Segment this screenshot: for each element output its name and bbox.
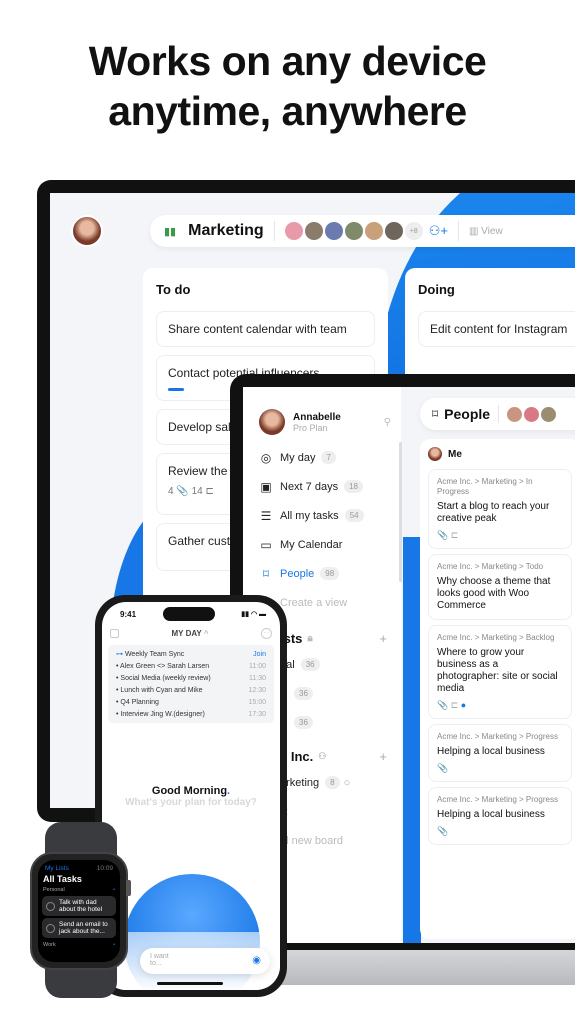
- home-indicator: [157, 982, 223, 985]
- avatar: [259, 409, 285, 435]
- sidebar-item-my-day[interactable]: ◎ My day 7: [243, 443, 401, 472]
- more-icon[interactable]: ···: [261, 628, 272, 639]
- pin-icon[interactable]: ⚲: [384, 417, 391, 428]
- member-avatar[interactable]: [324, 222, 343, 240]
- watch-task[interactable]: Send an email to jack about the...: [42, 918, 116, 938]
- phone-screen: 9:41 ▮▮ ◠ ▬ MY DAY ^ ··· ⊶ Weekly Team S…: [102, 602, 280, 990]
- member-avatar[interactable]: [524, 406, 540, 422]
- task-card[interactable]: Acme Inc. > Marketing > Progress Helping …: [428, 787, 572, 845]
- progress-bar: [168, 388, 184, 391]
- event-item[interactable]: • Alex Green <> Sarah Larsen 11:00: [108, 660, 274, 672]
- avatar[interactable]: [71, 215, 103, 247]
- event-item[interactable]: • Interview Jing W.(designer) 17:30: [108, 708, 274, 720]
- member-avatar[interactable]: [284, 222, 303, 240]
- divider: [498, 405, 500, 423]
- calendar-icon: ▭: [260, 537, 272, 552]
- sidebar-item-my-calendar[interactable]: ▭ My Calendar: [243, 530, 401, 559]
- dynamic-island: [162, 607, 215, 621]
- task-card[interactable]: Acme Inc. > Marketing > Progress Helping …: [428, 724, 572, 782]
- calendar-7-icon: ▣: [260, 479, 272, 494]
- member-avatar[interactable]: [364, 222, 383, 240]
- paperclip-icon: 📎: [437, 826, 449, 836]
- team-icon: ⚇: [318, 751, 327, 761]
- event-item[interactable]: • Q4 Planning 15:00: [108, 696, 274, 708]
- task-path: Acme Inc. > Marketing > Todo: [437, 562, 544, 571]
- add-list-icon[interactable]: +: [379, 631, 387, 646]
- view-header: ⌑ People: [420, 398, 575, 430]
- subtask-icon: ⊏: [205, 486, 214, 497]
- lock-icon: 🔒︎: [307, 633, 313, 644]
- paperclip-icon: 📎: [437, 763, 449, 773]
- laptop-screen: Annabelle Pro Plan ⚲ ◎ My day 7 ▣ Next 7 day…: [243, 387, 575, 943]
- meeting-icon: ⊶: [116, 651, 125, 658]
- task-path: Acme Inc. > Marketing > Backlog: [437, 633, 555, 642]
- circle-checkbox-icon[interactable]: [46, 923, 55, 933]
- columns-icon: ▥: [468, 225, 482, 237]
- member-avatar[interactable]: [507, 406, 523, 422]
- board-header: ▮▮ Marketing +8 ⚇+ ▥ View: [150, 215, 575, 247]
- watch-title: All Tasks: [43, 874, 82, 884]
- watch-crown[interactable]: [126, 880, 131, 896]
- join-button[interactable]: Join: [253, 651, 266, 658]
- subtask-icon: ⊏: [450, 530, 459, 540]
- sidebar-scrollbar[interactable]: [399, 442, 402, 582]
- bookmark-icon: ⌑: [432, 407, 439, 421]
- paperclip-icon: 📎: [437, 700, 449, 710]
- watch-task[interactable]: Talk with dad about the hotel: [42, 896, 116, 916]
- event-item[interactable]: • Lunch with Cyan and Mike 12:30: [108, 684, 274, 696]
- divider: [457, 221, 459, 241]
- circle-checkbox-icon[interactable]: [46, 901, 55, 911]
- lightbulb-icon[interactable]: ◉: [252, 955, 261, 966]
- comment-icon: ○: [343, 776, 351, 789]
- task-card[interactable]: Acme Inc. > Marketing > Todo Why choose a…: [428, 554, 572, 620]
- paperclip-icon: 📎: [437, 530, 449, 540]
- signal-wifi-battery-icon: ▮▮ ◠ ▬: [241, 611, 266, 618]
- board-title: Marketing: [188, 222, 264, 239]
- view-button[interactable]: ▥ View: [469, 226, 503, 237]
- task-path: Acme Inc. > Marketing > Progress: [437, 795, 558, 804]
- decorative-stripe: [403, 537, 421, 943]
- sidebar-item-people[interactable]: ⌑ People 98: [243, 559, 401, 588]
- comment-icon: ●: [460, 700, 467, 710]
- user-profile[interactable]: Annabelle Pro Plan ⚲: [243, 387, 401, 443]
- group-me: Me Acme Inc. > Marketing > In Progress St…: [420, 439, 575, 939]
- prompt: What's your plan for today?: [125, 797, 257, 808]
- watch-screen: My Lists 10:09 All Tasks Personal • Talk w…: [38, 860, 120, 962]
- member-avatar[interactable]: [304, 222, 323, 240]
- task-path: Acme Inc. > Marketing > In Progress: [437, 477, 533, 496]
- greeting: Good Morning.: [151, 785, 231, 797]
- event-item[interactable]: ⊶ Weekly Team Sync Join: [108, 648, 274, 660]
- chart-icon: ▮▮: [164, 225, 177, 238]
- sidebar-item-next-7-days[interactable]: ▣ Next 7 days 18: [243, 472, 401, 501]
- checkbox-icon[interactable]: [110, 629, 119, 638]
- divider: [273, 221, 275, 241]
- subtask-icon: ⊏: [450, 700, 459, 710]
- add-board-icon[interactable]: +: [379, 749, 387, 764]
- event-item[interactable]: • Social Media (weekly review) 11:30: [108, 672, 274, 684]
- bookmark-icon: ⌑: [262, 566, 270, 581]
- member-avatar[interactable]: [541, 406, 557, 422]
- task-card[interactable]: Acme Inc. > Marketing > In Progress Start…: [428, 469, 572, 549]
- sidebar-item-all-my-tasks[interactable]: ☰ All my tasks 54: [243, 501, 401, 530]
- add-user-icon[interactable]: ⚇+: [429, 223, 448, 239]
- my-day-title[interactable]: MY DAY ^: [172, 629, 209, 638]
- avatar: [428, 447, 442, 461]
- member-avatar[interactable]: [384, 222, 403, 240]
- task-card[interactable]: Share content calendar with team: [156, 311, 375, 347]
- my-lists-back[interactable]: My Lists: [45, 865, 69, 872]
- chevron-up-icon: ^: [203, 629, 209, 638]
- member-avatar[interactable]: [344, 222, 363, 240]
- paperclip-icon: 📎: [176, 486, 189, 497]
- task-card[interactable]: Acme Inc. > Marketing > Backlog Where to …: [428, 625, 572, 719]
- events-list: ⊶ Weekly Team Sync Join • Alex Green <> S…: [108, 645, 274, 723]
- task-path: Acme Inc. > Marketing > Progress: [437, 732, 558, 741]
- headline: Works on any device anytime, anywhere: [88, 38, 487, 134]
- target-icon: ◎: [260, 450, 272, 465]
- task-card[interactable]: Edit content for Instagram: [418, 311, 575, 347]
- view-title: People: [444, 406, 491, 422]
- extra-members-badge[interactable]: +8: [404, 222, 423, 240]
- task-input[interactable]: I want to... ◉: [140, 948, 270, 974]
- status-time: 9:41: [120, 609, 137, 619]
- list-icon: ☰: [260, 508, 272, 523]
